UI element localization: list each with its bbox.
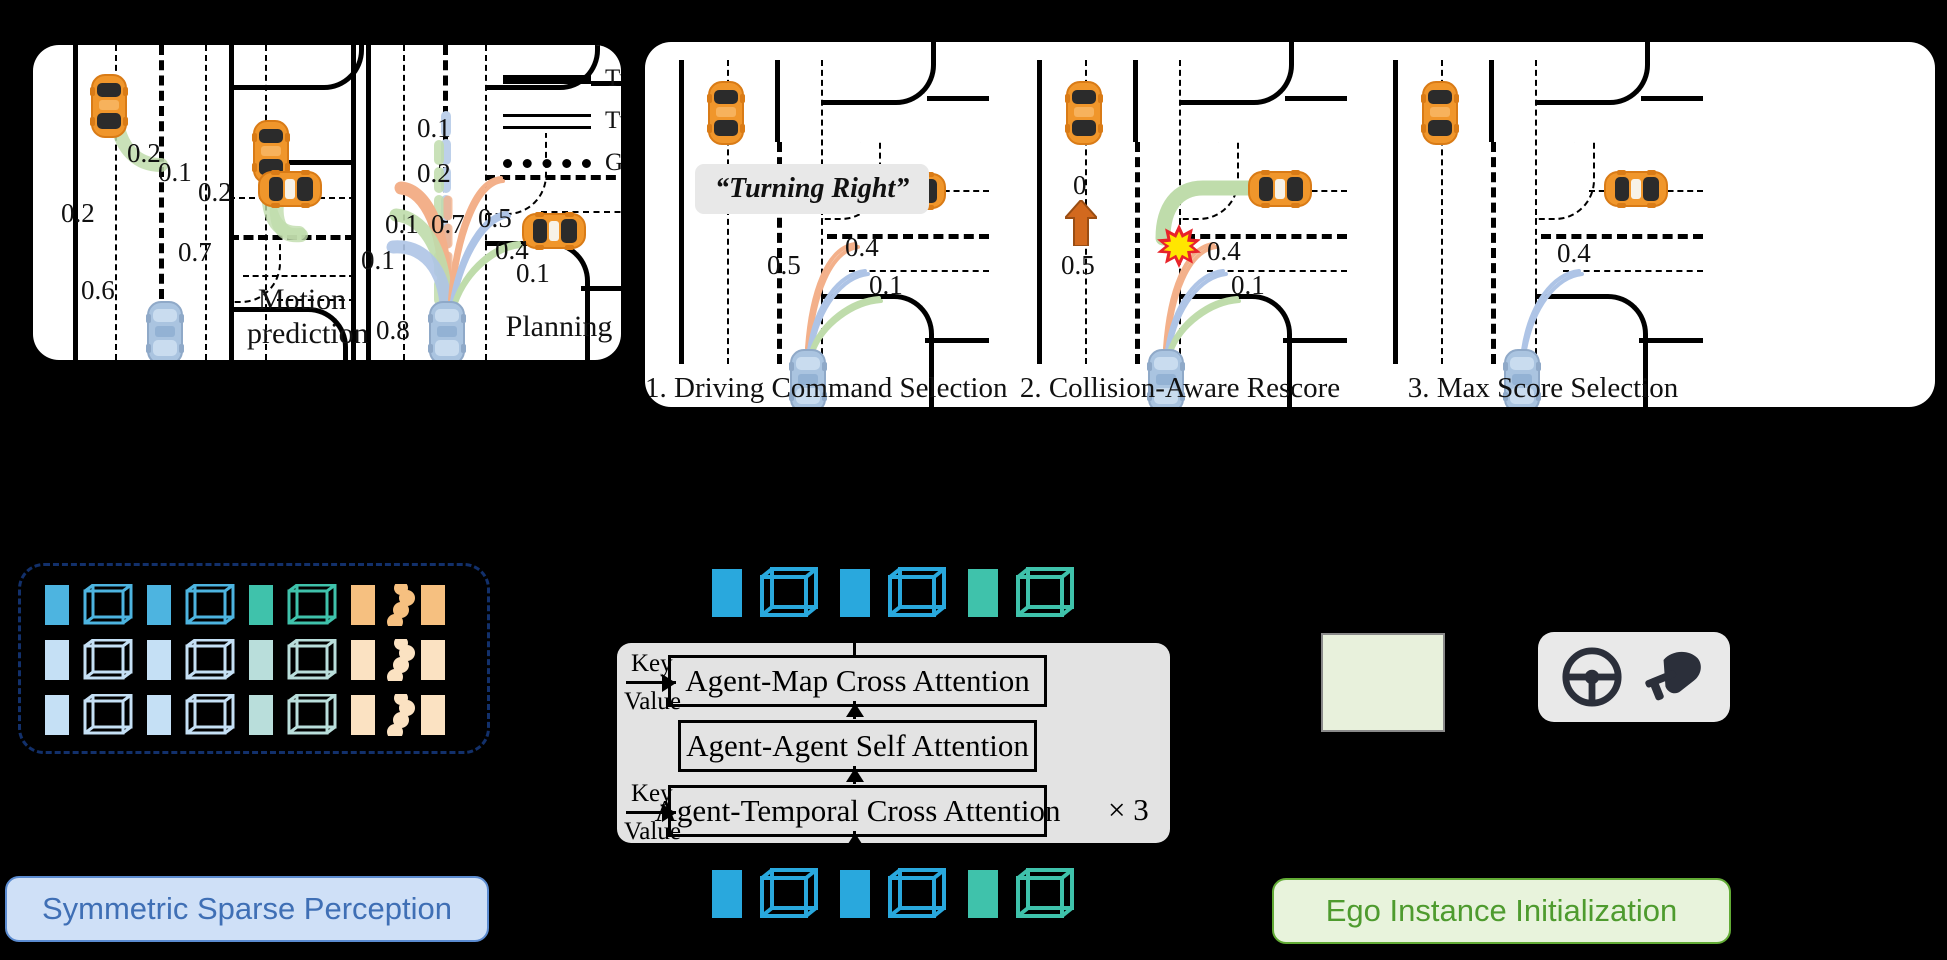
arrow-right-icon [662, 674, 676, 692]
legend-item-go-straight: Go straight [503, 149, 621, 177]
score-label: 0.7 [431, 209, 465, 239]
agent-car-orange [1421, 80, 1459, 146]
agent-agent-self-attention-row[interactable]: Agent-Agent Self Attention [678, 720, 1037, 772]
dotted-line-icon [503, 158, 591, 168]
solid-line-icon [503, 74, 591, 84]
ego-car-blue [428, 300, 466, 360]
agent-temporal-cross-attention-label: Agent-Temporal Cross Attention [654, 793, 1061, 828]
score-label: 0.1 [417, 113, 451, 143]
driving-command-icons-box [1538, 632, 1730, 722]
score-label: 0.5 [478, 203, 512, 233]
score-label: 0.1 [158, 157, 192, 187]
motion-prediction-label: Motion prediction [247, 283, 369, 351]
collision-burst-icon [1157, 224, 1201, 273]
score-label: 0.1 [516, 258, 550, 288]
rescore-new-score: 0 [1073, 170, 1087, 200]
planning-pipeline-panel: “Turning Right” 0.5 0.4 0.1 0.5 0 0.4 0.… [645, 42, 1935, 407]
legend-item-turn-right: Turn right [503, 107, 621, 135]
score-label: 0.1 [385, 209, 419, 239]
pedal-foot-icon [1645, 651, 1701, 701]
score-label: 0.2 [127, 138, 161, 168]
motion-planning-panel: 0.2 0.2 0.6 0.1 0.2 0.7 0.1 0.2 0.1 0.7 … [33, 45, 621, 360]
legend-label: Turn right [605, 107, 621, 134]
arrow-up-icon [846, 833, 864, 847]
score-label: 0.4 [1207, 236, 1241, 266]
agent-car-orange [707, 80, 745, 146]
flow-line [853, 625, 856, 657]
motion-prediction-label-line2: prediction [247, 317, 369, 350]
score-label: 0.7 [178, 237, 212, 267]
symmetric-sparse-perception-box [18, 563, 490, 754]
score-label: 0.4 [845, 232, 879, 262]
token-row-icons [45, 581, 445, 630]
agent-car-orange [1247, 170, 1313, 208]
step-2-scene: 0.5 0 0.4 0.1 [1017, 42, 1347, 407]
step-1-scene: “Turning Right” 0.5 0.4 0.1 [659, 42, 989, 407]
agent-car-orange [521, 212, 587, 250]
driving-command-bubble: “Turning Right” [695, 164, 930, 214]
rescore-old-score: 0.5 [1061, 250, 1095, 280]
steering-wheel-icon [1562, 647, 1622, 707]
repeat-count-label: × 3 [1108, 792, 1149, 827]
score-label: 0.2 [198, 177, 232, 207]
agent-car-orange [1065, 80, 1103, 146]
symmetric-sparse-perception-label: Symmetric Sparse Perception [5, 876, 489, 942]
step-3-caption: 3. Max Score Selection [1407, 372, 1679, 404]
step-1-caption: 1. Driving Command Selection [645, 372, 1008, 404]
arrow-up-icon [846, 768, 864, 782]
score-label: 0.2 [61, 198, 95, 228]
value-label-temporal: Value [624, 818, 681, 845]
perception-token-row [45, 581, 465, 631]
score-label: 0.5 [767, 250, 801, 280]
step-3-scene: 0.4 [1373, 42, 1703, 407]
agent-car-orange [1603, 170, 1669, 208]
score-label: 0.8 [376, 315, 410, 345]
value-label-map: Value [624, 688, 681, 715]
score-label: 0.4 [1557, 238, 1591, 268]
agent-token-row-bottom [712, 866, 1102, 925]
planning-label: Planning [505, 310, 613, 343]
legend-label: Turn left [605, 65, 621, 92]
agent-token-row-top [712, 565, 1102, 624]
agent-temporal-cross-attention-row[interactable]: Agent-Temporal Cross Attention [655, 785, 1060, 837]
ego-car-blue [146, 300, 184, 360]
legend-item-turn-left: Turn left [503, 65, 621, 93]
arrow-right-icon [662, 804, 676, 822]
score-label: 0.1 [361, 245, 395, 275]
legend-label: Go straight [605, 149, 621, 176]
rescore-arrow-icon [1062, 198, 1100, 251]
double-line-icon [503, 113, 591, 129]
score-label: 0.2 [417, 158, 451, 188]
score-label: 0.1 [869, 270, 903, 300]
arrow-up-icon [846, 703, 864, 717]
ego-instance-initialization-label: Ego Instance Initialization [1272, 878, 1731, 944]
agent-car-orange [257, 170, 323, 208]
ego-feature-square [1321, 633, 1445, 732]
agent-car-orange [90, 73, 128, 139]
agent-map-cross-attention-label: Agent-Map Cross Attention [685, 663, 1030, 698]
agent-agent-self-attention-label: Agent-Agent Self Attention [686, 728, 1029, 763]
perception-token-row [45, 691, 465, 741]
agent-map-cross-attention-row[interactable]: Agent-Map Cross Attention [668, 655, 1047, 707]
score-label: 0.6 [81, 275, 115, 305]
motion-prediction-label-line1: Motion [257, 283, 347, 316]
perception-token-row [45, 636, 465, 686]
step-2-caption: 2. Collision-Aware Rescore [1019, 372, 1341, 404]
score-label: 0.1 [1231, 270, 1265, 300]
